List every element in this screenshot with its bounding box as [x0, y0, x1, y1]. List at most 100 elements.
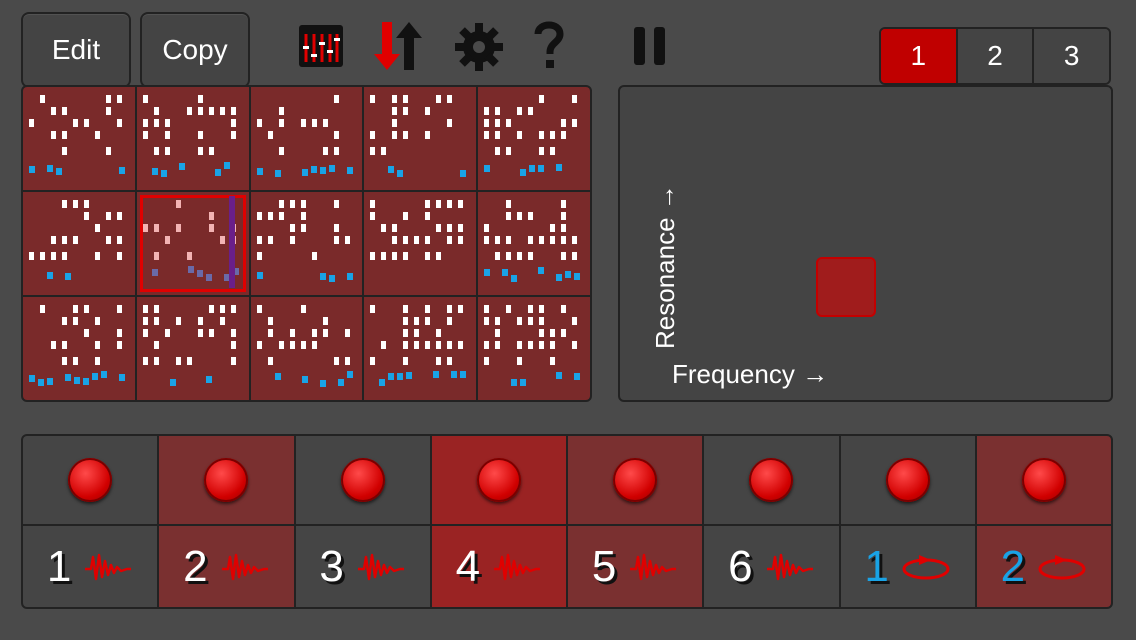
note-dot [197, 329, 203, 337]
record-button[interactable] [431, 436, 566, 524]
record-button[interactable] [568, 436, 703, 524]
note-dot [62, 107, 67, 115]
note-dot [175, 317, 181, 325]
track-number: 1 [46, 541, 72, 591]
edit-button[interactable]: Edit [21, 12, 131, 88]
page-tab-1[interactable]: 1 [881, 29, 956, 83]
record-led-icon [476, 458, 521, 502]
record-led-icon [749, 458, 794, 502]
pattern-cell[interactable] [23, 192, 135, 295]
note-dot-blue [529, 165, 536, 172]
note-dot [62, 131, 67, 139]
note-dot-blue [310, 166, 317, 173]
note-dot [311, 341, 317, 349]
note-dot [322, 329, 328, 337]
record-button[interactable] [295, 436, 430, 524]
note-dot [550, 357, 556, 365]
note-dot [197, 131, 203, 139]
note-dot [208, 329, 214, 337]
help-icon[interactable] [534, 20, 564, 70]
pattern-cell[interactable] [23, 87, 135, 190]
note-dot [256, 212, 262, 220]
note-dot [278, 119, 284, 127]
note-dot [447, 224, 453, 232]
note-dot [517, 341, 523, 349]
note-dot [142, 357, 148, 365]
pattern-cell[interactable] [478, 87, 590, 190]
pattern-cell[interactable] [23, 297, 135, 400]
note-dot [153, 107, 159, 115]
note-dot [414, 317, 420, 325]
note-dot [572, 236, 578, 244]
note-dot [278, 107, 284, 115]
page-tab-2[interactable]: 2 [955, 29, 1033, 83]
note-dot-blue [379, 379, 386, 386]
note-dot-blue [538, 165, 545, 172]
page-tab-3[interactable]: 3 [1032, 29, 1109, 83]
note-dot [311, 329, 317, 337]
pattern-cell[interactable] [136, 297, 249, 400]
mixer-icon[interactable] [298, 24, 344, 68]
note-dot [484, 341, 490, 349]
note-dot [84, 305, 89, 313]
track-button[interactable]: 3 [295, 526, 430, 607]
note-dot [197, 95, 203, 103]
note-dot [289, 236, 295, 244]
pattern-cell[interactable] [364, 87, 477, 190]
note-dot [436, 252, 442, 260]
note-dot [230, 341, 236, 349]
note-dot-blue [74, 377, 80, 384]
track-button[interactable]: 5 [568, 526, 703, 607]
record-button[interactable] [976, 436, 1111, 524]
note-dot [256, 341, 262, 349]
note-dot [561, 200, 567, 208]
note-dot [381, 147, 387, 155]
pattern-cell[interactable] [364, 297, 477, 400]
pause-icon[interactable] [632, 26, 668, 66]
note-dot-blue [151, 168, 158, 175]
track-button[interactable]: 4 [431, 526, 566, 607]
note-dot [414, 329, 420, 337]
note-dot [403, 305, 409, 313]
note-dot [484, 131, 490, 139]
note-dot [495, 329, 501, 337]
gear-icon[interactable] [454, 22, 504, 72]
record-button[interactable] [704, 436, 839, 524]
record-button[interactable] [23, 436, 158, 524]
pattern-cell[interactable] [478, 297, 590, 400]
note-dot [447, 200, 453, 208]
waveform-icon [494, 553, 541, 580]
pattern-cell[interactable] [136, 192, 249, 295]
pattern-cell[interactable] [250, 192, 363, 295]
copy-button[interactable]: Copy [140, 12, 250, 88]
sort-arrows-icon[interactable] [372, 20, 424, 72]
note-dot [84, 212, 89, 220]
pattern-cell[interactable] [364, 192, 477, 295]
pattern-cell[interactable] [250, 87, 363, 190]
note-dot [289, 341, 295, 349]
track-button[interactable]: 2 [976, 526, 1111, 607]
pattern-cell[interactable] [250, 297, 363, 400]
track-button[interactable]: 6 [704, 526, 839, 607]
track-button[interactable]: 1 [23, 526, 158, 607]
note-dot [436, 329, 442, 337]
xy-pad[interactable]: Resonance → Frequency → [618, 85, 1113, 402]
note-dot [208, 107, 214, 115]
track-number: 5 [591, 541, 617, 591]
note-dot [267, 329, 273, 337]
pattern-cell[interactable] [478, 192, 590, 295]
pad-handle[interactable] [816, 257, 876, 317]
record-button[interactable] [840, 436, 975, 524]
note-dot [539, 329, 545, 337]
note-dot [73, 119, 78, 127]
track-button[interactable]: 2 [159, 526, 294, 607]
note-dot [73, 357, 78, 365]
pattern-cell[interactable] [136, 87, 249, 190]
note-dot [29, 119, 34, 127]
note-dot-blue [319, 167, 326, 174]
track-button[interactable]: 1 [840, 526, 975, 607]
note-dot-blue [187, 266, 194, 273]
record-button[interactable] [159, 436, 294, 524]
note-dot [106, 147, 111, 155]
note-dot [517, 252, 523, 260]
